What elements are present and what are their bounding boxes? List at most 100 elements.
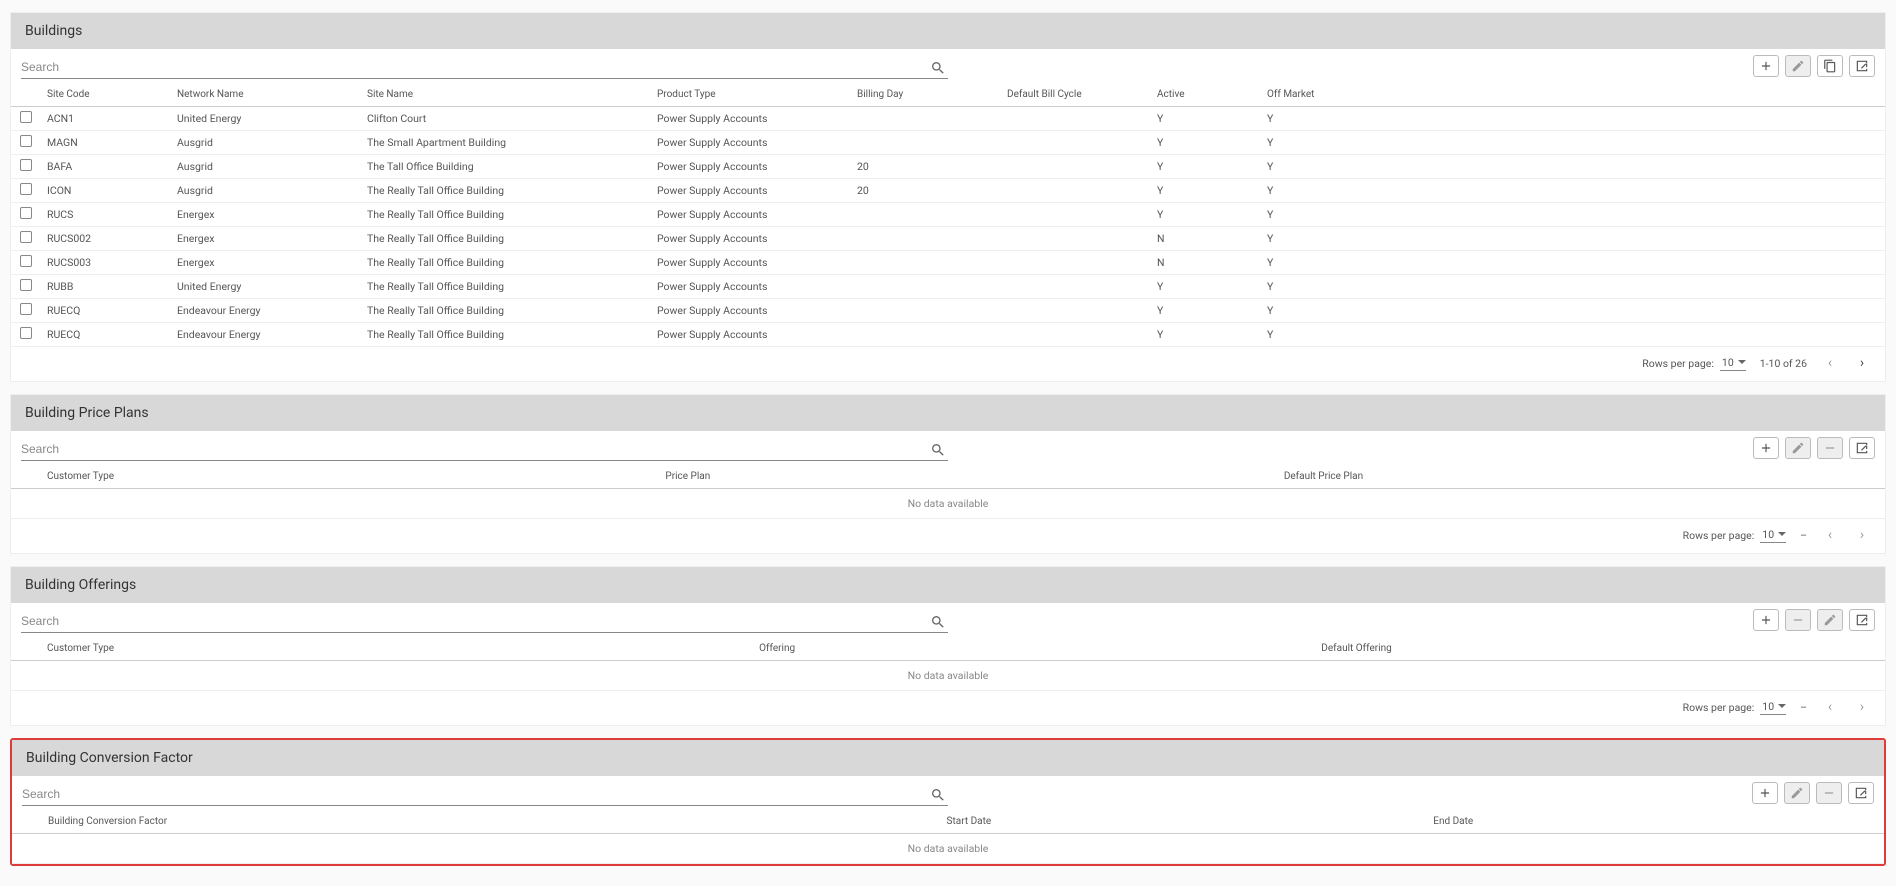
cell-network: Endeavour Energy xyxy=(171,299,361,323)
cell-product: Power Supply Accounts xyxy=(651,203,851,227)
remove-button[interactable] xyxy=(1817,437,1843,459)
row-checkbox[interactable] xyxy=(20,207,32,219)
edit-button[interactable] xyxy=(1785,437,1811,459)
cell-product: Power Supply Accounts xyxy=(651,107,851,131)
export-button[interactable] xyxy=(1849,437,1875,459)
cell-default-bc xyxy=(1001,107,1151,131)
offerings-table: Customer Type Offering Default Offering … xyxy=(11,637,1885,691)
add-button[interactable] xyxy=(1753,55,1779,77)
col-off-market[interactable]: Off Market xyxy=(1261,83,1885,107)
cell-off-market: Y xyxy=(1261,275,1885,299)
pager-next[interactable]: › xyxy=(1853,528,1871,542)
table-row[interactable]: ACN1United EnergyClifton CourtPower Supp… xyxy=(11,107,1885,131)
conversion-factor-search-input[interactable] xyxy=(22,783,948,805)
col-price-plan[interactable]: Price Plan xyxy=(659,465,1277,489)
add-button[interactable] xyxy=(1753,609,1779,631)
cell-active: Y xyxy=(1151,179,1261,203)
rows-per-page-select[interactable]: 10 xyxy=(1760,699,1786,715)
offerings-pager: Rows per page: 10 – ‹ › xyxy=(11,691,1885,725)
offerings-search-wrap xyxy=(21,610,948,633)
cell-off-market: Y xyxy=(1261,203,1885,227)
cell-site-name: The Really Tall Office Building xyxy=(361,179,651,203)
offerings-search-input[interactable] xyxy=(21,610,948,632)
col-conversion-factor[interactable]: Building Conversion Factor xyxy=(42,810,941,834)
row-checkbox[interactable] xyxy=(20,279,32,291)
col-end-date[interactable]: End Date xyxy=(1427,810,1884,834)
cell-site-code: RUECQ xyxy=(41,299,171,323)
row-checkbox[interactable] xyxy=(20,255,32,267)
export-button[interactable] xyxy=(1849,609,1875,631)
remove-button[interactable] xyxy=(1816,782,1842,804)
buildings-section: Buildings Site Code Network Name Site Na… xyxy=(10,12,1886,382)
no-data: No data available xyxy=(11,489,1885,519)
col-default-price-plan[interactable]: Default Price Plan xyxy=(1278,465,1885,489)
col-default-offering[interactable]: Default Offering xyxy=(1315,637,1885,661)
buildings-header-row: Site Code Network Name Site Name Product… xyxy=(11,83,1885,107)
add-button[interactable] xyxy=(1753,437,1779,459)
edit-button[interactable] xyxy=(1817,609,1843,631)
pager-prev[interactable]: ‹ xyxy=(1821,528,1839,542)
table-row[interactable]: RUECQEndeavour EnergyThe Really Tall Off… xyxy=(11,299,1885,323)
col-offering[interactable]: Offering xyxy=(753,637,1315,661)
remove-button[interactable] xyxy=(1785,609,1811,631)
add-button[interactable] xyxy=(1752,782,1778,804)
cell-active: Y xyxy=(1151,299,1261,323)
cell-off-market: Y xyxy=(1261,107,1885,131)
row-checkbox[interactable] xyxy=(20,111,32,123)
table-row[interactable]: RUBBUnited EnergyThe Really Tall Office … xyxy=(11,275,1885,299)
col-network-name[interactable]: Network Name xyxy=(171,83,361,107)
cell-site-name: Clifton Court xyxy=(361,107,651,131)
col-product-type[interactable]: Product Type xyxy=(651,83,851,107)
conversion-factor-search-wrap xyxy=(22,783,948,806)
price-plans-search-input[interactable] xyxy=(21,438,948,460)
cell-site-code: RUCS003 xyxy=(41,251,171,275)
cell-network: Ausgrid xyxy=(171,179,361,203)
table-row[interactable]: RUECQEndeavour EnergyThe Really Tall Off… xyxy=(11,323,1885,347)
row-checkbox[interactable] xyxy=(20,231,32,243)
row-checkbox[interactable] xyxy=(20,327,32,339)
pager-prev[interactable]: ‹ xyxy=(1821,356,1839,370)
table-row[interactable]: RUCS003EnergexThe Really Tall Office Bui… xyxy=(11,251,1885,275)
pager-range: 1-10 of 26 xyxy=(1760,357,1807,370)
col-customer-type[interactable]: Customer Type xyxy=(41,465,659,489)
search-icon xyxy=(930,442,946,458)
conversion-factor-action-buttons xyxy=(1752,782,1874,806)
pager-next[interactable]: › xyxy=(1853,700,1871,714)
table-row[interactable]: MAGNAusgridThe Small Apartment BuildingP… xyxy=(11,131,1885,155)
edit-button[interactable] xyxy=(1785,55,1811,77)
no-data: No data available xyxy=(12,834,1884,864)
price-plans-header: Building Price Plans xyxy=(11,395,1885,431)
cell-active: Y xyxy=(1151,275,1261,299)
buildings-search-input[interactable] xyxy=(21,56,948,78)
pager-prev[interactable]: ‹ xyxy=(1821,700,1839,714)
col-site-code[interactable]: Site Code xyxy=(41,83,171,107)
col-site-name[interactable]: Site Name xyxy=(361,83,651,107)
cell-site-code: ACN1 xyxy=(41,107,171,131)
row-checkbox[interactable] xyxy=(20,159,32,171)
export-button[interactable] xyxy=(1848,782,1874,804)
col-customer-type[interactable]: Customer Type xyxy=(41,637,753,661)
col-active[interactable]: Active xyxy=(1151,83,1261,107)
table-row[interactable]: BAFAAusgridThe Tall Office BuildingPower… xyxy=(11,155,1885,179)
edit-button[interactable] xyxy=(1784,782,1810,804)
col-billing-day[interactable]: Billing Day xyxy=(851,83,1001,107)
col-default-bill[interactable]: Default Bill Cycle xyxy=(1001,83,1151,107)
conversion-factor-section: Building Conversion Factor Building Conv… xyxy=(10,738,1886,866)
cell-billing-day: 20 xyxy=(851,155,1001,179)
export-button[interactable] xyxy=(1849,55,1875,77)
table-row[interactable]: ICONAusgridThe Really Tall Office Buildi… xyxy=(11,179,1885,203)
table-row[interactable]: RUCS002EnergexThe Really Tall Office Bui… xyxy=(11,227,1885,251)
col-start-date[interactable]: Start Date xyxy=(941,810,1428,834)
buildings-header: Buildings xyxy=(11,13,1885,49)
rows-per-page-select[interactable]: 10 xyxy=(1720,355,1746,371)
row-checkbox[interactable] xyxy=(20,183,32,195)
row-checkbox[interactable] xyxy=(20,303,32,315)
table-row[interactable]: RUCSEnergexThe Really Tall Office Buildi… xyxy=(11,203,1885,227)
cell-active: Y xyxy=(1151,203,1261,227)
copy-button[interactable] xyxy=(1817,55,1843,77)
buildings-search-wrap xyxy=(21,56,948,79)
cell-default-bc xyxy=(1001,203,1151,227)
pager-next[interactable]: › xyxy=(1853,356,1871,370)
rows-per-page-select[interactable]: 10 xyxy=(1760,527,1786,543)
row-checkbox[interactable] xyxy=(20,135,32,147)
